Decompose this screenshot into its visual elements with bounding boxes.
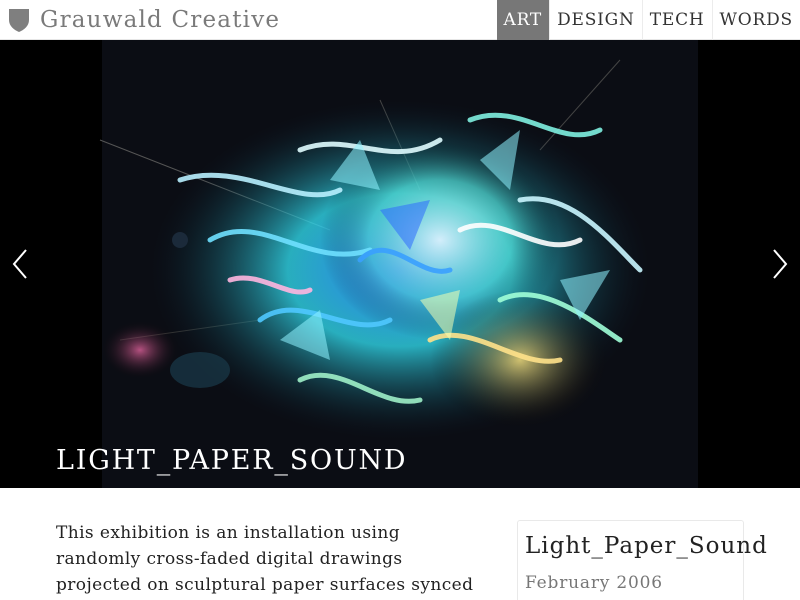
project-description: This exhibition is an installation using… (56, 523, 474, 595)
project-date: February 2006 (525, 573, 663, 593)
main-nav: ART DESIGN TECH WORDS (496, 0, 800, 40)
nav-item-tech[interactable]: TECH (641, 0, 712, 40)
project-title: Light_Paper_Sound (525, 533, 768, 559)
shield-icon (9, 9, 29, 32)
hero-image (0, 40, 800, 488)
project-info-card: Light_Paper_Sound February 2006 (517, 520, 767, 600)
chevron-right-icon[interactable] (764, 244, 794, 284)
site-header: Grauwald Creative ART DESIGN TECH WORDS (0, 0, 800, 40)
nav-item-design[interactable]: DESIGN (549, 0, 642, 40)
hero-title: LIGHT_PAPER_SOUND (56, 445, 408, 476)
chevron-left-icon[interactable] (6, 244, 36, 284)
nav-item-words[interactable]: WORDS (711, 0, 800, 40)
nav-item-art[interactable]: ART (496, 0, 550, 40)
hero-slideshow: LIGHT_PAPER_SOUND (0, 40, 800, 488)
brand[interactable]: Grauwald Creative (8, 6, 280, 34)
brand-name: Grauwald Creative (40, 7, 281, 33)
